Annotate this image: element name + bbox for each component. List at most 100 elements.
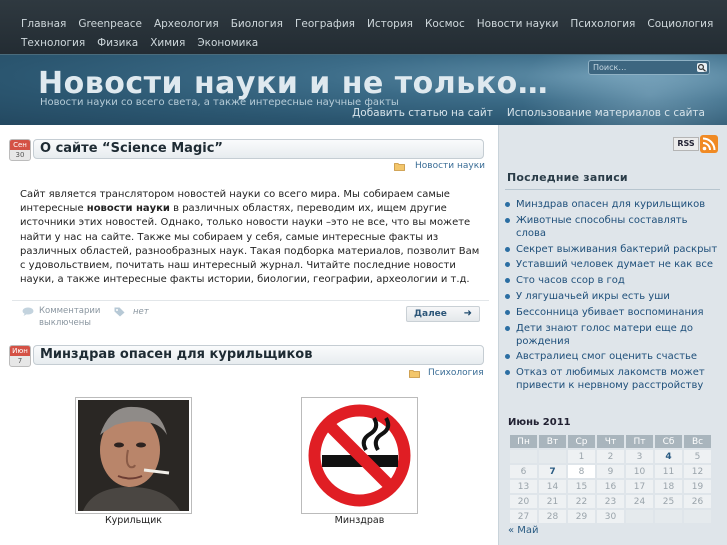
recent-posts-heading: Последние записи xyxy=(507,171,628,184)
calendar-day: 28 xyxy=(539,510,566,523)
calendar-day: 13 xyxy=(510,480,537,493)
nav-link-sociology[interactable]: Социология xyxy=(647,18,713,30)
calendar: Пн Вт Ср Чт Пт Сб Вс 1 2 3 4 5 6 7 8 9 10 11 12 13 14 15 16 17… xyxy=(508,433,713,525)
post-date-month: Июн xyxy=(10,346,30,356)
nav-link-economics[interactable]: Экономика xyxy=(197,37,258,49)
ministry-figure: Минздрав xyxy=(301,397,418,526)
nav-link-physics[interactable]: Физика xyxy=(97,37,138,49)
calendar-day: 24 xyxy=(626,495,653,508)
recent-post-link[interactable]: Австралиец смог оценить счастье xyxy=(504,350,720,363)
calendar-day: 2 xyxy=(597,450,624,463)
calendar-day: 10 xyxy=(626,465,653,478)
header-links: Добавить статью на сайт Использование ма… xyxy=(352,107,705,119)
calendar-empty-cell xyxy=(655,510,682,523)
add-article-link[interactable]: Добавить статью на сайт xyxy=(352,107,493,119)
search-input[interactable] xyxy=(593,62,693,73)
calendar-day: 22 xyxy=(568,495,595,508)
calendar-day: 29 xyxy=(568,510,595,523)
post-category-link[interactable]: Психология xyxy=(428,368,484,378)
calendar-weekday-row: Пн Вт Ср Чт Пт Сб Вс xyxy=(510,435,711,448)
calendar-day: 25 xyxy=(655,495,682,508)
folder-icon xyxy=(409,369,420,378)
recent-post-link[interactable]: Отказ от любимых лакомств может привести… xyxy=(504,366,720,392)
search-button[interactable] xyxy=(697,63,707,72)
site-title[interactable]: Новости науки и не только… xyxy=(38,66,548,101)
tag-icon xyxy=(114,307,125,317)
post-date-day: 30 xyxy=(15,151,25,159)
post-category: Психология xyxy=(409,368,484,378)
calendar-empty-cell xyxy=(539,450,566,463)
calendar-day-link[interactable]: 4 xyxy=(655,450,682,463)
calendar-day: 14 xyxy=(539,480,566,493)
recent-post-link[interactable]: Минздрав опасен для курильщиков xyxy=(504,198,720,211)
calendar-day: 16 xyxy=(597,480,624,493)
nav-link-home[interactable]: Главная xyxy=(21,18,66,30)
calendar-day: 30 xyxy=(597,510,624,523)
read-more-label: Далее xyxy=(414,309,447,319)
recent-post-link[interactable]: Животные способны составлять слова xyxy=(504,214,720,240)
post-body-keyword-link[interactable]: новости науки xyxy=(87,203,170,214)
no-smoking-icon xyxy=(304,400,415,511)
calendar-day: 5 xyxy=(684,450,711,463)
calendar-day: 15 xyxy=(568,480,595,493)
calendar-empty-cell xyxy=(684,510,711,523)
smoker-caption: Курильщик xyxy=(104,515,163,526)
recent-post-link[interactable]: Уставший человек думает не как все xyxy=(504,258,720,271)
nav-link-technology[interactable]: Технология xyxy=(21,37,85,49)
post-category: Новости науки xyxy=(394,161,485,171)
calendar-weekday: Сб xyxy=(655,435,682,448)
post-body-text-2: в различных областях, переводим их, ищем… xyxy=(20,203,480,286)
search-icon xyxy=(697,63,706,72)
nav-link-space[interactable]: Космос xyxy=(425,18,465,30)
post-category-link[interactable]: Новости науки xyxy=(415,161,485,171)
arrow-right-icon: ➜ xyxy=(463,308,472,319)
folder-icon xyxy=(394,162,405,171)
post-tags: нет xyxy=(114,307,149,317)
post-body: Сайт является транслятором новостей наук… xyxy=(20,188,480,287)
calendar-day: 26 xyxy=(684,495,711,508)
recent-posts-rule xyxy=(505,189,720,190)
rss-link[interactable]: RSS xyxy=(673,134,718,153)
ministry-caption: Минздрав xyxy=(334,515,385,526)
main-content: Сен 30 О сайте “Science Magic” Новости н… xyxy=(0,125,499,545)
calendar-day: 1 xyxy=(568,450,595,463)
nav-link-archaeology[interactable]: Археология xyxy=(154,18,219,30)
nav-link-chemistry[interactable]: Химия xyxy=(150,37,185,49)
calendar-week-row: 6 7 8 9 10 11 12 xyxy=(510,465,711,478)
calendar-week-row: 27 28 29 30 xyxy=(510,510,711,523)
calendar-week-row: 20 21 22 23 24 25 26 xyxy=(510,495,711,508)
post-title[interactable]: Минздрав опасен для курильщиков xyxy=(33,345,484,365)
smoker-photo[interactable] xyxy=(75,397,192,514)
nav-link-science-news[interactable]: Новости науки xyxy=(477,18,559,30)
post-date-badge: Июн 7 xyxy=(9,345,31,367)
calendar-weekday: Вс xyxy=(684,435,711,448)
calendar-prev-month-link[interactable]: « Май xyxy=(508,525,539,536)
usage-terms-link[interactable]: Использование материалов с сайта xyxy=(507,107,705,119)
nav-link-geography[interactable]: География xyxy=(295,18,355,30)
search-box xyxy=(588,60,710,75)
site-tagline: Новости науки со всего света, а также ин… xyxy=(40,97,399,108)
recent-post-link[interactable]: Дети знают голос матери еще до рождения xyxy=(504,322,720,348)
comment-icon xyxy=(22,307,34,316)
recent-post-link[interactable]: У лягушачьей икры есть уши xyxy=(504,290,720,303)
nav-link-greenpeace[interactable]: Greenpeace xyxy=(78,18,142,30)
recent-post-link[interactable]: Секрет выживания бактерий раскрыт xyxy=(504,243,720,256)
no-smoking-photo[interactable] xyxy=(301,397,418,514)
post-title[interactable]: О сайте “Science Magic” xyxy=(33,139,484,159)
read-more-button[interactable]: Далее ➜ xyxy=(406,306,480,322)
calendar-day: 17 xyxy=(626,480,653,493)
calendar-day: 18 xyxy=(655,480,682,493)
calendar-day-link[interactable]: 7 xyxy=(539,465,566,478)
nav-link-history[interactable]: История xyxy=(367,18,413,30)
nav-link-psychology[interactable]: Психология xyxy=(570,18,635,30)
nav-link-biology[interactable]: Биология xyxy=(231,18,283,30)
recent-post-link[interactable]: Бессонница убивает воспоминания xyxy=(504,306,720,319)
smoker-figure: Курильщик xyxy=(75,397,192,526)
calendar-day: 3 xyxy=(626,450,653,463)
comments-note-text: Комментарии выключены xyxy=(39,306,101,328)
recent-post-link[interactable]: Сто часов ссор в год xyxy=(504,274,720,287)
calendar-day: 20 xyxy=(510,495,537,508)
calendar-day: 6 xyxy=(510,465,537,478)
calendar-day: 8 xyxy=(568,465,595,478)
calendar-weekday: Пн xyxy=(510,435,537,448)
